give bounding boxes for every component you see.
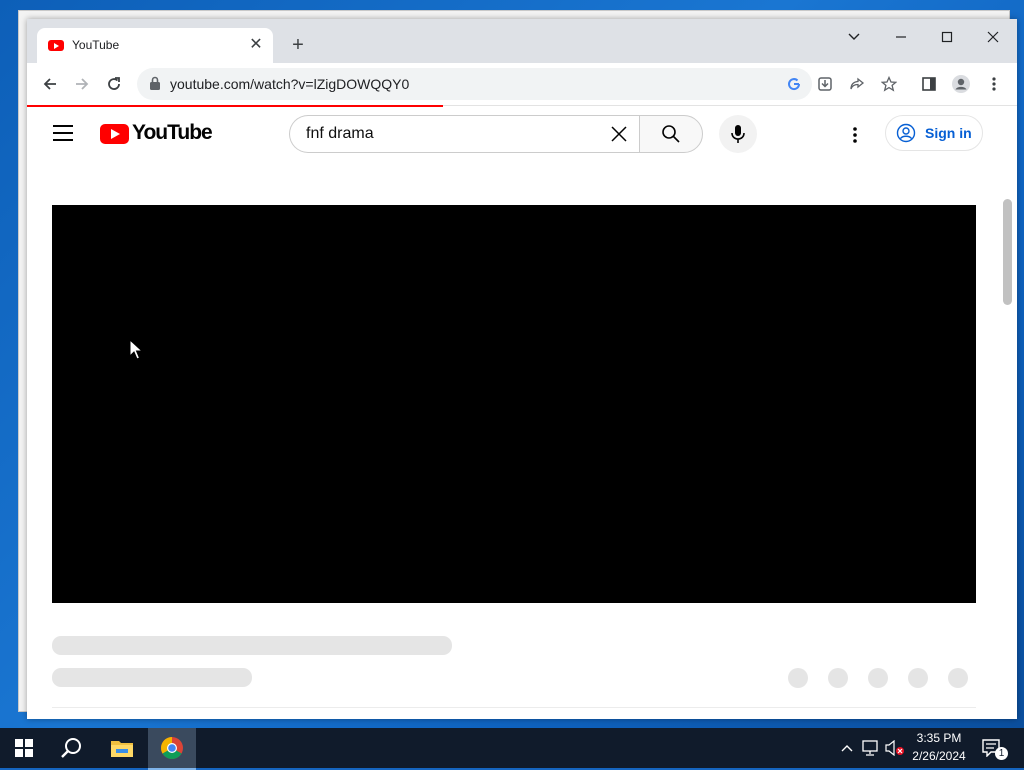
google-icon[interactable] xyxy=(783,73,805,95)
browser-window: YouTube ✕ + youtube.com/watch?v=lZigDOWQ… xyxy=(27,19,1017,719)
skeleton-title xyxy=(52,636,452,655)
clock-date[interactable]: 2/26/2024 xyxy=(908,749,970,763)
skeleton-action xyxy=(868,668,888,688)
hamburger-menu-icon[interactable] xyxy=(53,125,73,141)
windows-start-icon[interactable] xyxy=(0,728,48,768)
download-icon[interactable] xyxy=(813,72,837,96)
reload-icon[interactable] xyxy=(101,71,127,97)
chevron-down-icon[interactable] xyxy=(840,27,868,49)
voice-search-button[interactable] xyxy=(719,115,757,153)
taskbar: 3:35 PM 2/26/2024 1 xyxy=(0,728,1024,770)
logo-text: YouTube xyxy=(132,121,213,144)
notification-count: 1 xyxy=(995,747,1008,760)
sign-in-label: Sign in xyxy=(925,125,972,141)
minimize-icon[interactable] xyxy=(887,27,915,49)
account-circle-icon xyxy=(896,123,916,143)
kebab-menu-icon[interactable] xyxy=(843,123,867,147)
microphone-icon xyxy=(731,125,745,143)
youtube-favicon xyxy=(48,40,64,51)
kebab-menu-icon[interactable] xyxy=(982,72,1006,96)
youtube-page: YouTube fnf drama Sign in xyxy=(27,107,1017,719)
forward-arrow-icon[interactable] xyxy=(69,71,95,97)
search-query[interactable]: fnf drama xyxy=(306,125,374,143)
browser-toolbar: youtube.com/watch?v=lZigDOWQQY0 xyxy=(27,63,1017,106)
lock-icon xyxy=(150,76,160,90)
maximize-icon[interactable] xyxy=(933,27,961,49)
video-player[interactable] xyxy=(52,205,976,603)
address-bar[interactable]: youtube.com/watch?v=lZigDOWQQY0 xyxy=(137,68,812,100)
scrollbar-thumb[interactable] xyxy=(1003,199,1012,305)
plus-icon[interactable]: + xyxy=(287,34,309,56)
skeleton-action xyxy=(908,668,928,688)
youtube-play-icon xyxy=(100,124,129,144)
sign-in-button[interactable]: Sign in xyxy=(885,115,983,151)
search-icon xyxy=(662,125,680,143)
search-icon[interactable] xyxy=(48,728,96,768)
volume-muted-icon[interactable] xyxy=(884,728,906,768)
file-explorer-icon[interactable] xyxy=(98,728,146,768)
divider xyxy=(52,707,976,708)
close-icon[interactable]: ✕ xyxy=(247,36,265,54)
skeleton-action xyxy=(828,668,848,688)
search-button[interactable] xyxy=(639,115,703,153)
profile-icon[interactable] xyxy=(949,72,973,96)
chevron-up-icon[interactable] xyxy=(838,728,856,768)
close-icon[interactable] xyxy=(979,27,1007,49)
star-icon[interactable] xyxy=(877,72,901,96)
sidebar-icon[interactable] xyxy=(917,72,941,96)
chrome-icon[interactable] xyxy=(148,728,196,770)
mouse-cursor-icon xyxy=(129,339,143,360)
share-icon[interactable] xyxy=(845,72,869,96)
tab-title: YouTube xyxy=(72,38,120,52)
notification-icon[interactable]: 1 xyxy=(978,728,1018,768)
back-arrow-icon[interactable] xyxy=(37,71,63,97)
url-text[interactable]: youtube.com/watch?v=lZigDOWQQY0 xyxy=(170,76,409,92)
clear-search-icon[interactable] xyxy=(607,122,631,146)
tab-strip: YouTube ✕ + xyxy=(27,19,1017,63)
skeleton-action xyxy=(788,668,808,688)
network-icon[interactable] xyxy=(860,728,882,768)
clock-time[interactable]: 3:35 PM xyxy=(912,731,966,745)
skeleton-channel xyxy=(52,668,252,687)
search-input[interactable]: fnf drama xyxy=(289,115,639,153)
tab-youtube[interactable]: YouTube ✕ xyxy=(37,28,273,63)
skeleton-action xyxy=(948,668,968,688)
